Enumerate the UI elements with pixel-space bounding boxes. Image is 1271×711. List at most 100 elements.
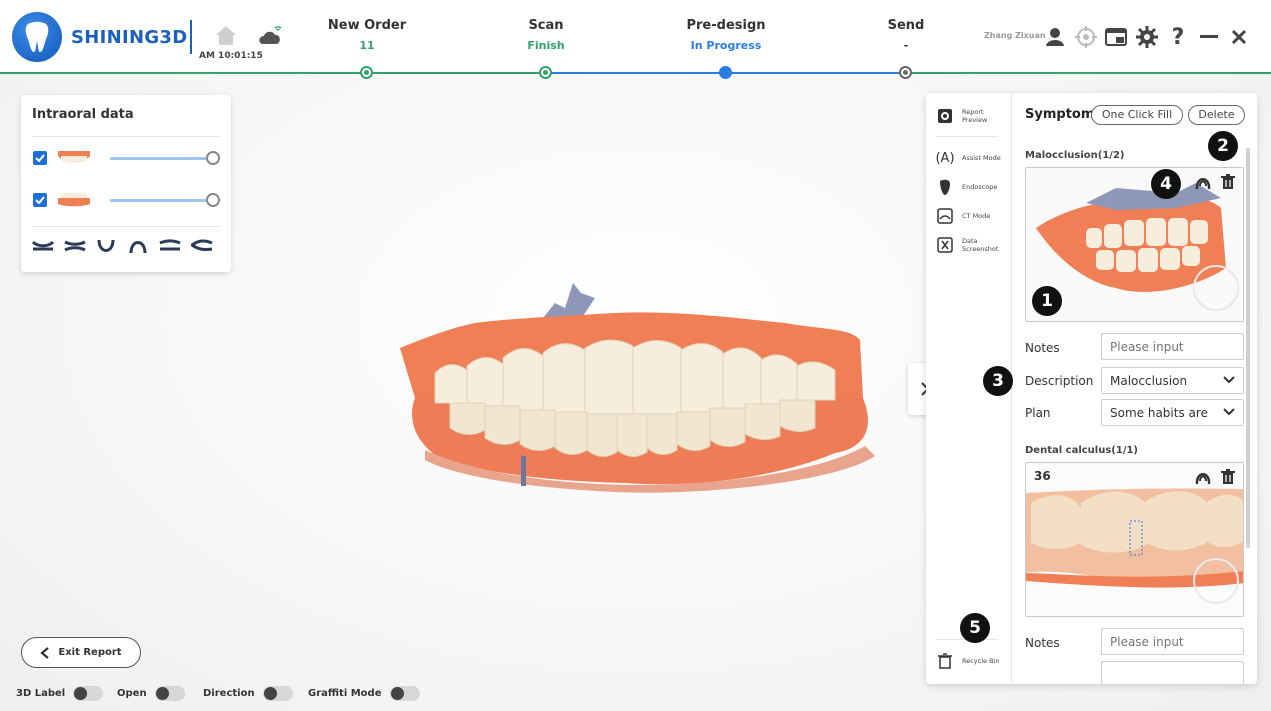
user-name: Zhang Zixuan xyxy=(984,31,1046,40)
plan-value: Some habits are xyxy=(1110,406,1208,420)
toggle-label: Direction xyxy=(203,688,255,699)
view-upper-icon[interactable] xyxy=(31,238,55,254)
toggle-switch[interactable] xyxy=(73,686,104,701)
gear-icon[interactable] xyxy=(1135,25,1159,49)
help-icon[interactable]: ? xyxy=(1166,25,1190,50)
tool-assist-mode[interactable]: (A) Assist Mode xyxy=(935,149,1002,167)
symptom-title: Symptom xyxy=(1025,107,1095,122)
top-header: SHINING3D AM 10:01:15 New Order 11 Scan … xyxy=(0,0,1271,79)
data-screenshot-icon xyxy=(936,236,954,254)
brand-divider xyxy=(190,20,192,54)
annotation-badge-5: 5 xyxy=(960,613,990,643)
step-dot-pre-design[interactable] xyxy=(719,66,732,79)
section-title-malocclusion: Malocclusion(1/2) xyxy=(1025,150,1125,161)
annotation-badge-4: 4 xyxy=(1151,169,1181,199)
exit-report-button[interactable]: Exit Report xyxy=(21,637,141,668)
symptom-panel: Report Preview (A) Assist Mode Endoscope… xyxy=(926,93,1257,684)
toggle-3d-label: 3D Label xyxy=(16,686,104,701)
step-pre-design[interactable]: Pre-design In Progress xyxy=(666,18,786,52)
tool-endoscope[interactable]: Endoscope xyxy=(936,178,1002,196)
toggle-open: Open xyxy=(117,686,185,701)
view-right-icon[interactable] xyxy=(189,238,213,254)
minimize-icon[interactable] xyxy=(1197,25,1221,49)
brand-name: SHINING3D xyxy=(71,26,188,48)
toggle-switch[interactable] xyxy=(154,686,185,701)
dental-arch-icon[interactable] xyxy=(1194,469,1212,489)
recycle-bin-icon xyxy=(936,652,954,670)
description-select-partial[interactable] xyxy=(1101,661,1244,684)
chevron-down-icon xyxy=(1223,408,1235,416)
tool-data-screenshot[interactable]: Data Screenshot xyxy=(936,236,1002,254)
notes-label: Notes xyxy=(1025,341,1060,355)
tool-report-preview[interactable]: Report Preview xyxy=(936,107,1002,125)
step-status: In Progress xyxy=(690,39,762,52)
dental-arch-icon[interactable] xyxy=(1194,174,1212,194)
view-lower-icon[interactable] xyxy=(95,238,117,254)
panel-scrollbar[interactable] xyxy=(1246,148,1250,548)
toggle-label: 3D Label xyxy=(16,688,66,699)
annotation-badge-2: 2 xyxy=(1208,131,1238,161)
target-icon[interactable] xyxy=(1074,25,1098,49)
tool-label: Recycle Bin xyxy=(962,657,1000,665)
step-new-order[interactable]: New Order 11 xyxy=(307,18,427,52)
annotation-badge-1: 1 xyxy=(1032,286,1062,316)
notes-label: Notes xyxy=(1025,636,1060,650)
divider xyxy=(32,136,220,137)
step-send[interactable]: Send - xyxy=(846,18,966,52)
step-scan[interactable]: Scan Finish xyxy=(486,18,606,52)
step-title: Scan xyxy=(528,18,564,33)
lower-jaw-slider-thumb[interactable] xyxy=(206,193,220,207)
cloud-wifi-icon[interactable] xyxy=(257,24,283,50)
delete-button[interactable]: Delete xyxy=(1188,105,1245,125)
intraoral-data-panel: Intraoral data xyxy=(21,95,231,272)
tooth-number: 36 xyxy=(1034,469,1051,483)
step-title: Send xyxy=(887,18,925,33)
user-icon[interactable] xyxy=(1043,25,1067,49)
annotation-badge-3: 3 xyxy=(983,366,1013,396)
toggle-switch[interactable] xyxy=(389,686,420,701)
step-title: Pre-design xyxy=(686,18,766,33)
chevron-down-icon xyxy=(1223,376,1235,384)
view-front-icon[interactable] xyxy=(64,238,86,254)
home-icon[interactable] xyxy=(214,24,238,50)
plan-label: Plan xyxy=(1025,406,1051,420)
view-arch-icon[interactable] xyxy=(127,238,149,254)
close-icon[interactable] xyxy=(1227,25,1251,49)
exit-report-label: Exit Report xyxy=(58,647,122,658)
screen-capture-icon[interactable] xyxy=(1104,25,1128,49)
tool-label: Endoscope xyxy=(962,183,998,191)
plan-select[interactable]: Some habits are xyxy=(1101,399,1244,426)
step-status: - xyxy=(903,39,909,52)
tool-label: Data Screenshot xyxy=(962,237,999,253)
trash-icon[interactable] xyxy=(1221,174,1235,194)
description-label: Description xyxy=(1025,374,1094,388)
trash-icon[interactable] xyxy=(1221,469,1235,489)
step-dot-new-order[interactable] xyxy=(360,66,373,79)
notes-input[interactable] xyxy=(1101,628,1244,655)
divider xyxy=(32,226,220,227)
toggle-direction: Direction xyxy=(203,686,293,701)
toggle-switch[interactable] xyxy=(262,686,293,701)
assist-mode-icon: (A) xyxy=(935,150,955,166)
one-click-fill-button[interactable]: One Click Fill xyxy=(1091,105,1183,125)
lower-jaw-checkbox[interactable] xyxy=(33,193,47,207)
lower-jaw-opacity-slider[interactable] xyxy=(110,199,215,202)
endoscope-icon xyxy=(936,178,954,196)
view-left-icon[interactable] xyxy=(159,238,181,254)
notes-input[interactable] xyxy=(1101,333,1244,360)
step-dot-scan[interactable] xyxy=(539,66,552,79)
tool-recycle-bin[interactable]: Recycle Bin xyxy=(936,652,1002,670)
toggle-label: Open xyxy=(117,688,147,699)
toggle-label: Graffiti Mode xyxy=(308,688,382,699)
report-preview-icon xyxy=(936,107,954,125)
brand-logo: SHINING3D xyxy=(12,12,188,62)
upper-jaw-opacity-slider[interactable] xyxy=(110,157,215,160)
description-select[interactable]: Malocclusion xyxy=(1101,367,1244,394)
intraoral-3d-model[interactable] xyxy=(395,278,885,493)
clock-time: AM 10:01:15 xyxy=(199,51,263,61)
upper-jaw-checkbox[interactable] xyxy=(33,151,47,165)
step-dot-send[interactable] xyxy=(899,66,912,79)
section-title-dental-calculus: Dental calculus(1/1) xyxy=(1025,445,1138,456)
tool-ct-mode[interactable]: CT Mode xyxy=(936,207,1002,225)
upper-jaw-slider-thumb[interactable] xyxy=(206,151,220,165)
